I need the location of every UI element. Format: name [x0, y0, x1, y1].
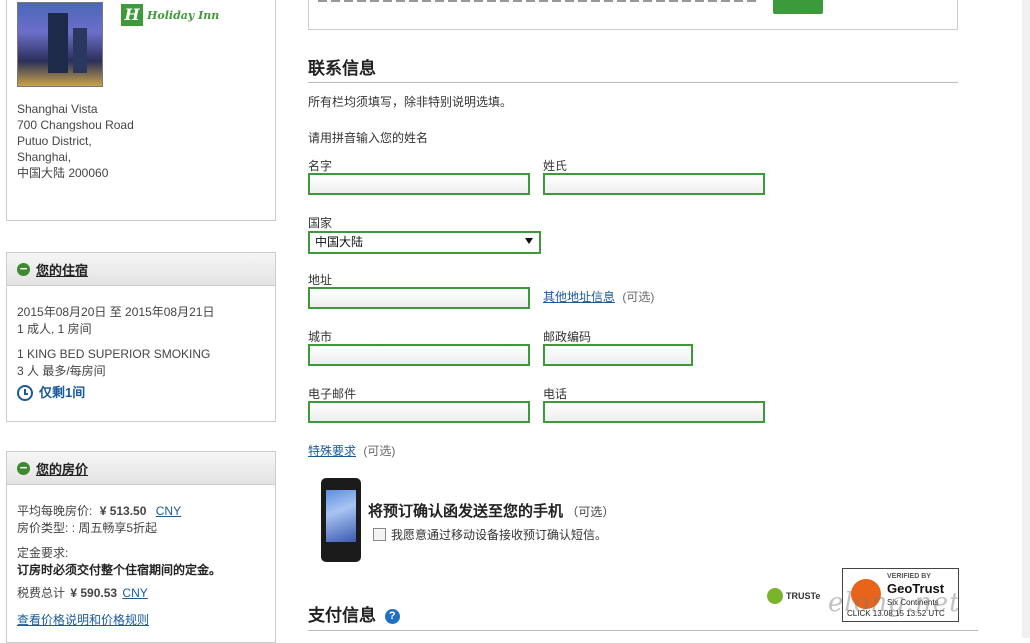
rooms-left-text: 仅剩1间	[39, 385, 86, 400]
address-label: 地址	[308, 273, 333, 287]
address-line: Putuo District,	[17, 134, 92, 148]
postcode-field[interactable]	[543, 344, 693, 366]
required-note: 所有栏均须填写，除非特别说明选填。	[308, 95, 513, 109]
phone-label: 电话	[543, 387, 568, 401]
price-rules-link[interactable]: 查看价格说明和价格规则	[17, 612, 265, 629]
hotel-address: Shanghai Vista 700 Changshou Road Putuo …	[17, 101, 134, 181]
help-icon[interactable]: ?	[384, 609, 400, 624]
optional-tag: (可选)	[363, 444, 396, 458]
optional-tag: (可选)	[622, 290, 655, 304]
mobile-phone-icon	[321, 478, 361, 562]
city-field[interactable]	[308, 344, 530, 366]
brand-name: Holiday Inn	[147, 8, 220, 22]
total-currency-link[interactable]: CNY	[122, 586, 147, 600]
total-row: 税费总计 ¥ 590.53 CNY	[17, 585, 265, 602]
phone-field[interactable]	[543, 401, 765, 423]
stay-dates: 2015年08月20日 至 2015年08月21日	[17, 305, 215, 319]
city-label: 城市	[308, 330, 333, 344]
deposit-label: 定金要求:	[17, 546, 69, 560]
rooms-left: 仅剩1间	[17, 384, 265, 401]
total-value: ¥ 590.53	[70, 586, 118, 600]
rate-type-value: : 周五畅享5折起	[71, 521, 158, 535]
last-name-field[interactable]	[543, 173, 765, 195]
address-line: 700 Changshou Road	[17, 118, 134, 132]
optional-tag: （可选）	[566, 505, 615, 519]
truste-icon	[767, 588, 783, 604]
top-notice-box	[308, 0, 958, 30]
geotrust-verified: VERIFIED BY	[887, 573, 931, 580]
stay-panel-header[interactable]: − 您的住宿	[7, 253, 275, 286]
stay-title[interactable]: 您的住宿	[36, 260, 88, 279]
country-label: 国家	[308, 216, 333, 230]
truste-badge[interactable]: TRUSTe	[767, 586, 823, 606]
payment-heading: 支付信息	[308, 606, 376, 625]
email-label: 电子邮件	[308, 387, 357, 401]
rate-type-label: 房价类型:	[17, 521, 69, 535]
other-address-row: 其他地址信息 (可选)	[543, 288, 654, 305]
divider	[308, 630, 978, 631]
deposit-text: 订房时必须交付整个住宿期间的定金。	[17, 563, 222, 577]
avg-price-label: 平均每晚房价:	[17, 504, 93, 518]
price-panel-header[interactable]: − 您的房价	[7, 452, 275, 485]
country-select[interactable]: 中国大陆	[308, 231, 541, 254]
other-address-link[interactable]: 其他地址信息	[543, 290, 615, 304]
divider	[308, 82, 958, 83]
truste-text: TRUSTe	[786, 591, 821, 601]
contact-heading: 联系信息	[308, 59, 376, 78]
postcode-label: 邮政编码	[543, 330, 592, 344]
first-name-label: 名字	[308, 159, 333, 173]
special-request-link[interactable]: 特殊要求	[308, 444, 356, 458]
special-request-row: 特殊要求 (可选)	[308, 442, 395, 459]
dropdown-arrow-icon	[525, 238, 533, 244]
notice-text-cut	[318, 0, 758, 2]
scrollbar[interactable]	[1022, 0, 1030, 638]
currency-link[interactable]: CNY	[156, 504, 181, 518]
collapse-icon[interactable]: −	[17, 461, 30, 475]
holiday-inn-logo: H Holiday Inn	[121, 2, 219, 28]
clock-icon	[17, 384, 33, 401]
payment-heading-row: 支付信息 ?	[308, 601, 400, 626]
room-type: 1 KING BED SUPERIOR SMOKING	[17, 347, 211, 361]
room-max: 3 人 最多/每房间	[17, 364, 106, 378]
address-line: 中国大陆 200060	[17, 166, 109, 180]
avg-price-value: ¥ 513.50	[99, 504, 147, 518]
address-field[interactable]	[308, 287, 530, 309]
address-line: Shanghai,	[17, 150, 72, 164]
address-line: Shanghai Vista	[17, 102, 98, 116]
top-action-button[interactable]	[773, 0, 823, 14]
avg-price-row: 平均每晚房价: ¥ 513.50 CNY	[17, 503, 265, 520]
mobile-heading-row: 将预订确认函发送至您的手机 （可选）	[368, 500, 614, 521]
email-field[interactable]	[308, 401, 530, 423]
price-panel: − 您的房价 平均每晚房价: ¥ 513.50 CNY 房价类型: : 周五畅享…	[6, 451, 276, 643]
country-value: 中国大陆	[315, 235, 364, 249]
stay-guests: 1 成人, 1 房间	[17, 322, 92, 336]
mobile-heading: 将预订确认函发送至您的手机	[368, 503, 564, 520]
hotel-photo[interactable]	[17, 2, 103, 87]
stay-panel: − 您的住宿 2015年08月20日 至 2015年08月21日 1 成人, 1…	[6, 252, 276, 422]
collapse-icon[interactable]: −	[17, 262, 30, 276]
pinyin-note: 请用拼音输入您的姓名	[308, 131, 429, 145]
sms-checkbox-label[interactable]: 我愿意通过移动设备接收预订确认短信。	[391, 526, 607, 543]
total-label: 税费总计	[17, 586, 66, 600]
watermark: elong.net	[828, 588, 961, 618]
rate-type-row: 房价类型: : 周五畅享5折起	[17, 520, 265, 537]
last-name-label: 姓氏	[543, 159, 568, 173]
price-title[interactable]: 您的房价	[36, 459, 88, 478]
first-name-field[interactable]	[308, 173, 530, 195]
sms-checkbox[interactable]	[373, 528, 386, 541]
